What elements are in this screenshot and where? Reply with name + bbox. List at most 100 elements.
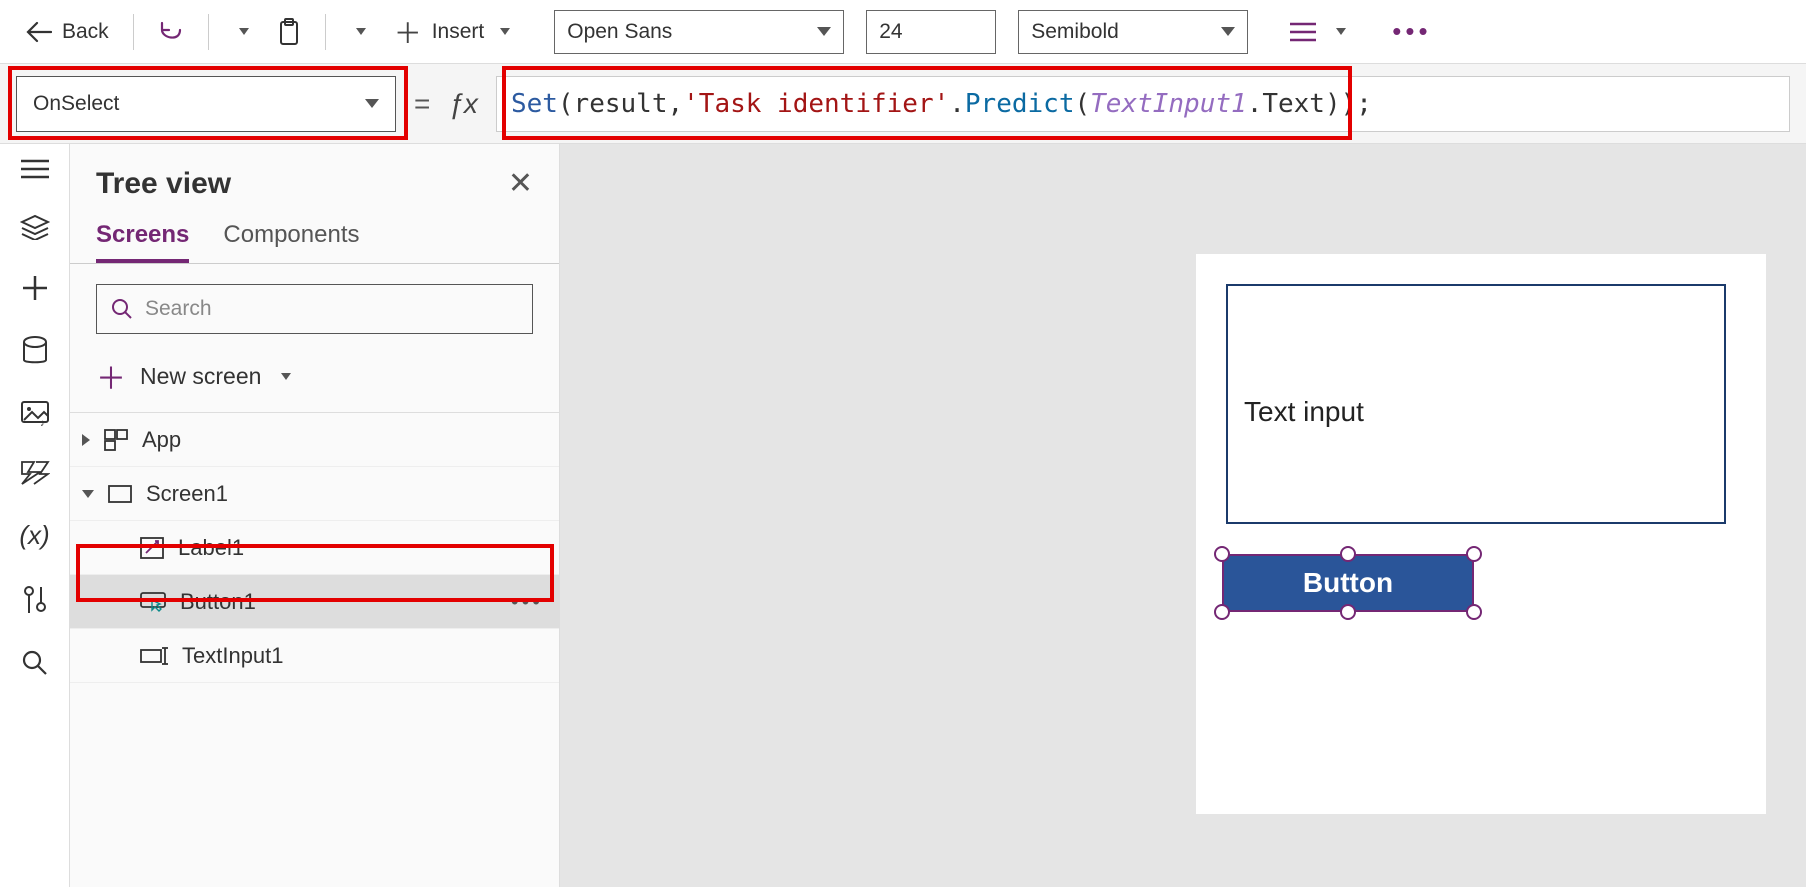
tree-item-screen1[interactable]: Screen1	[70, 467, 559, 521]
left-rail: ♪ (x)	[0, 144, 70, 887]
tree-view-panel: Tree view ✕ Screens Components Search ＋ …	[70, 144, 560, 887]
app-icon	[104, 429, 128, 451]
more-button[interactable]: •••	[1382, 10, 1441, 53]
power-automate-icon[interactable]	[20, 460, 50, 486]
align-button[interactable]	[1280, 15, 1356, 49]
tree-item-label1[interactable]: Label1	[70, 521, 559, 575]
search-placeholder: Search	[145, 297, 212, 321]
paste-dropdown[interactable]	[340, 22, 376, 41]
chevron-right-icon	[82, 434, 90, 446]
align-icon	[1290, 21, 1316, 43]
text-input-value: Text input	[1244, 396, 1364, 427]
tree-item-label: Label1	[178, 535, 244, 561]
search-rail-icon[interactable]	[21, 649, 49, 677]
selection-handle[interactable]	[1214, 546, 1230, 562]
clipboard-icon	[277, 18, 301, 46]
tools-icon[interactable]	[22, 585, 48, 615]
formula-token: TextInput1	[1090, 89, 1247, 119]
media-icon[interactable]: ♪	[20, 400, 50, 426]
selection-handle[interactable]	[1466, 546, 1482, 562]
text-input-control[interactable]: Text input	[1226, 284, 1726, 524]
tree-tabs: Screens Components	[70, 209, 559, 264]
close-icon[interactable]: ✕	[508, 166, 533, 201]
tree-item-button1[interactable]: Button1 •••	[70, 575, 559, 629]
tree-item-label: Screen1	[146, 481, 228, 507]
chevron-down-icon	[356, 28, 366, 35]
plus-icon: ＋	[394, 12, 422, 52]
back-label: Back	[62, 20, 109, 44]
data-icon[interactable]	[22, 336, 48, 366]
chevron-down-icon	[239, 28, 249, 35]
chevron-down-icon	[281, 373, 291, 380]
selection-handle[interactable]	[1214, 604, 1230, 620]
svg-text:♪: ♪	[40, 418, 45, 426]
more-icon: •••	[1392, 16, 1431, 47]
selection-handle[interactable]	[1340, 604, 1356, 620]
property-dropdown[interactable]: OnSelect	[16, 76, 396, 132]
formula-token: (	[1074, 89, 1090, 119]
undo-button[interactable]	[148, 14, 194, 50]
button-label: Button	[1303, 567, 1393, 599]
artboard: Text input Button	[1196, 254, 1766, 814]
insert-button[interactable]: ＋ Insert	[384, 6, 521, 58]
hamburger-icon[interactable]	[21, 158, 49, 180]
label-icon	[140, 537, 164, 559]
formula-token: .Text));	[1247, 89, 1372, 119]
chevron-down-icon	[82, 490, 94, 498]
formula-input[interactable]: Set(result, 'Task identifier'.Predict(Te…	[496, 76, 1790, 132]
plus-icon: ＋	[96, 354, 126, 398]
chevron-down-icon	[817, 27, 831, 36]
back-button[interactable]: Back	[16, 14, 119, 50]
undo-dropdown[interactable]	[223, 22, 259, 41]
separator	[208, 14, 209, 50]
tree-view-title: Tree view	[96, 167, 231, 201]
font-weight-select[interactable]: Semibold	[1018, 10, 1248, 54]
separator	[325, 14, 326, 50]
tab-components[interactable]: Components	[223, 221, 359, 263]
selection-handle[interactable]	[1466, 604, 1482, 620]
formula-token: .	[949, 89, 965, 119]
font-size-select[interactable]: 24	[866, 10, 996, 54]
search-icon	[111, 298, 133, 320]
main-area: ♪ (x) Tree view ✕ Screens Components Sea…	[0, 144, 1806, 887]
canvas[interactable]: Text input Button	[560, 144, 1806, 887]
undo-icon	[158, 20, 184, 44]
tree-item-textinput1[interactable]: TextInput1	[70, 629, 559, 683]
chevron-down-icon	[500, 28, 510, 35]
new-screen-button[interactable]: ＋ New screen	[70, 346, 559, 412]
tree-item-app[interactable]: App	[70, 413, 559, 467]
top-toolbar: Back ＋ Insert Open Sans 24 Semibold	[0, 0, 1806, 64]
fx-icon: ƒx	[448, 88, 478, 120]
formula-token: Predict	[965, 89, 1075, 119]
separator	[133, 14, 134, 50]
tree-search-input[interactable]: Search	[96, 284, 533, 334]
selection-handle[interactable]	[1340, 546, 1356, 562]
tree-view-icon[interactable]	[20, 214, 50, 240]
tab-screens[interactable]: Screens	[96, 221, 189, 263]
arrow-left-icon	[26, 21, 52, 43]
property-value: OnSelect	[33, 92, 119, 116]
formula-bar: OnSelect = ƒx Set(result, 'Task identifi…	[0, 64, 1806, 144]
formula-token: (result,	[558, 89, 683, 119]
tree-list: App Screen1 Label1 Button1 ••• TextInput…	[70, 412, 559, 683]
font-weight-value: Semibold	[1031, 20, 1119, 44]
button-control-selection: Button	[1222, 554, 1474, 612]
font-family-select[interactable]: Open Sans	[554, 10, 844, 54]
textinput-icon	[140, 647, 168, 665]
formula-token: Set	[511, 89, 558, 119]
tree-item-label: App	[142, 427, 181, 453]
variables-icon[interactable]: (x)	[19, 520, 49, 551]
insert-label: Insert	[432, 20, 485, 44]
chevron-down-icon	[365, 99, 379, 108]
button-icon	[140, 592, 166, 612]
screen-icon	[108, 485, 132, 503]
equals-sign: =	[414, 88, 430, 120]
tree-item-label: Button1	[180, 589, 256, 615]
new-screen-label: New screen	[140, 363, 261, 390]
paste-button[interactable]	[267, 12, 311, 52]
insert-rail-icon[interactable]	[21, 274, 49, 302]
formula-token: 'Task identifier'	[683, 89, 949, 119]
chevron-down-icon	[1221, 27, 1235, 36]
more-icon[interactable]: •••	[511, 589, 543, 615]
tree-item-label: TextInput1	[182, 643, 284, 669]
